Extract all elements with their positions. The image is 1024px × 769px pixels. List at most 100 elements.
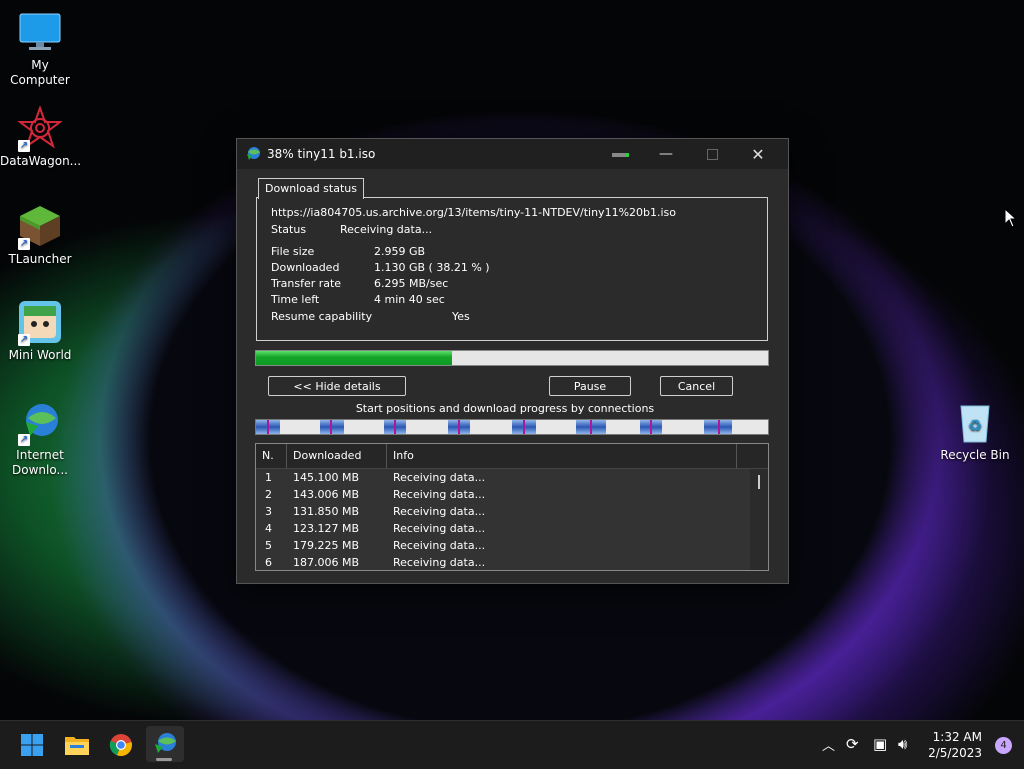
shortcut-arrow-icon: ↗ (18, 238, 30, 250)
row-number: 4 (265, 522, 272, 535)
column-header-downloaded[interactable]: Downloaded (287, 444, 387, 468)
shortcut-arrow-icon: ↗ (18, 434, 30, 446)
table-header: N. Downloaded Info (256, 444, 768, 469)
desktop-icon-internet-download-manager[interactable]: ↗ Internet Downlo... (0, 400, 80, 478)
row-downloaded: 123.127 MB (293, 522, 360, 535)
row-info: Receiving data... (393, 488, 486, 501)
resume-capability-label: Resume capability (271, 310, 373, 323)
row-number: 6 (265, 556, 272, 569)
window-title: 38% tiny11 b1.iso (267, 147, 376, 161)
connection-segment (256, 420, 280, 434)
column-header-n[interactable]: N. (256, 444, 287, 468)
desktop-icon-mini-world[interactable]: ↗ Mini World (0, 300, 80, 363)
time-left-label: Time left (271, 293, 320, 306)
pause-button[interactable]: Pause (549, 376, 631, 396)
row-downloaded: 179.225 MB (293, 539, 360, 552)
show-hidden-icons-icon[interactable]: ︿ (822, 735, 835, 754)
minimize-button[interactable]: — (643, 139, 689, 169)
table-scrollbar[interactable] (750, 469, 768, 570)
window-titlebar[interactable]: 38% tiny11 b1.iso — ✕ (237, 139, 788, 169)
row-downloaded: 143.006 MB (293, 488, 360, 501)
cancel-button[interactable]: Cancel (660, 376, 733, 396)
chrome-icon (109, 734, 132, 757)
svg-text:♻: ♻ (968, 416, 982, 435)
clock-date: 2/5/2023 (928, 746, 982, 760)
volume-icon[interactable]: 🔊︎ (898, 735, 907, 753)
desktop-icon-recycle-bin[interactable]: ♻ Recycle Bin (935, 400, 1015, 463)
desktop-icon-label: DataWagon... (0, 154, 82, 168)
resume-capability-value: Yes (452, 310, 470, 323)
connection-segment (512, 420, 536, 434)
row-downloaded: 145.100 MB (293, 471, 360, 484)
connections-table: N. Downloaded Info 1 145.100 MB Receiving … (255, 443, 769, 571)
close-button[interactable]: ✕ (735, 139, 781, 169)
start-button[interactable] (16, 729, 48, 761)
connection-segment (704, 420, 732, 434)
active-app-indicator (156, 758, 172, 761)
row-number: 2 (265, 488, 272, 501)
table-row[interactable]: 3 131.850 MB Receiving data... (256, 503, 768, 520)
table-row[interactable]: 6 187.006 MB Receiving data... (256, 554, 768, 570)
network-icon[interactable]: ▣ (873, 735, 887, 753)
file-size-value: 2.959 GB (374, 245, 426, 258)
desktop-icon-label: My Computer (10, 58, 70, 87)
taskbar: ︿ ⟳ ▣ 🔊︎ 1:32 AM 2/5/2023 4 (0, 720, 1024, 769)
cancel-label: Cancel (677, 380, 716, 393)
connections-caption: Start positions and download progress by… (355, 402, 655, 415)
download-url: https://ia804705.us.archive.org/13/items… (271, 206, 677, 219)
progress-fill (256, 351, 452, 365)
mouse-cursor-icon (1004, 208, 1018, 228)
table-row[interactable]: 5 179.225 MB Receiving data... (256, 537, 768, 554)
mini-world-icon: ↗ (18, 300, 62, 346)
idm-app-icon (247, 147, 260, 160)
shortcut-arrow-icon: ↗ (18, 140, 30, 152)
table-row[interactable]: 2 143.006 MB Receiving data... (256, 486, 768, 503)
connection-segment (448, 420, 470, 434)
table-body: 1 145.100 MB Receiving data... 2 143.006 MB… (256, 469, 768, 570)
downloaded-value: 1.130 GB ( 38.21 % ) (374, 261, 490, 274)
connection-segment (640, 420, 662, 434)
tab-download-status[interactable]: Download status (258, 178, 364, 199)
row-downloaded: 187.006 MB (293, 556, 360, 569)
hide-details-button[interactable]: << Hide details (268, 376, 406, 396)
taskbar-idm-active[interactable] (146, 726, 184, 762)
desktop-icon-tlauncher[interactable]: ↗ TLauncher (0, 204, 80, 267)
maximize-button[interactable] (689, 139, 735, 169)
download-progress-window: 38% tiny11 b1.iso — ✕ Download status ht… (236, 138, 789, 584)
notification-badge[interactable]: 4 (995, 737, 1012, 754)
row-info: Receiving data... (393, 505, 486, 518)
pause-label: Pause (573, 380, 607, 393)
time-left-value: 4 min 40 sec (374, 293, 445, 306)
clock-time: 1:32 AM (932, 730, 982, 744)
taskbar-pin-icon (612, 153, 629, 157)
row-number: 5 (265, 539, 272, 552)
connection-segment (384, 420, 406, 434)
taskbar-file-explorer[interactable] (61, 729, 93, 761)
maximize-icon (706, 148, 718, 160)
download-status-panel: https://ia804705.us.archive.org/13/items… (256, 197, 768, 341)
hide-details-label: << Hide details (293, 380, 381, 393)
folder-icon (65, 737, 89, 755)
idm-globe-icon: ↗ (18, 400, 62, 446)
table-row[interactable]: 4 123.127 MB Receiving data... (256, 520, 768, 537)
sync-icon[interactable]: ⟳ (846, 735, 859, 753)
row-number: 3 (265, 505, 272, 518)
downloaded-label: Downloaded (271, 261, 340, 274)
scrollbar-thumb[interactable] (758, 475, 760, 489)
taskbar-chrome[interactable] (105, 729, 137, 761)
desktop-icon-label: Recycle Bin (940, 448, 1010, 462)
column-header-info[interactable]: Info (387, 444, 737, 468)
recycle-bin-icon: ♻ (953, 400, 997, 444)
table-row[interactable]: 1 145.100 MB Receiving data... (256, 469, 768, 486)
transfer-rate-label: Transfer rate (271, 277, 342, 290)
status-value: Receiving data... (340, 223, 433, 236)
row-info: Receiving data... (393, 556, 486, 569)
connection-segment (576, 420, 606, 434)
desktop-icon-my-computer[interactable]: My Computer (0, 10, 80, 88)
monitor-icon (18, 10, 62, 54)
shortcut-arrow-icon: ↗ (18, 334, 30, 346)
idm-app-icon (155, 733, 176, 753)
desktop-icon-datawagon[interactable]: ↗ DataWagon... (0, 105, 82, 169)
desktop-icon-label: TLauncher (8, 252, 72, 266)
taskbar-clock[interactable]: 1:32 AM 2/5/2023 (928, 729, 982, 761)
